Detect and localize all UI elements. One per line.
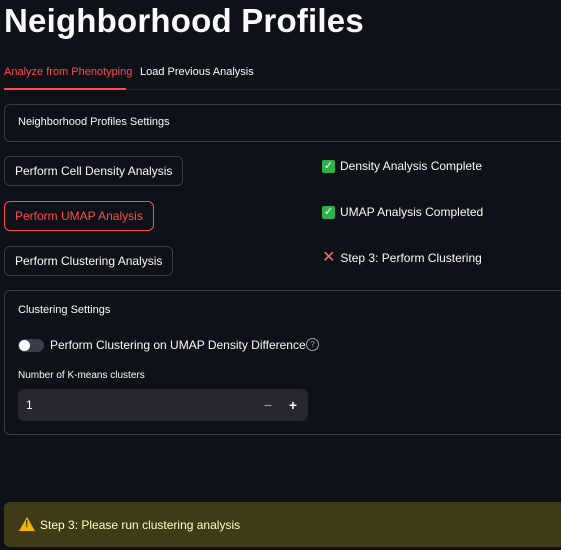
density-status: ✓ Density Analysis Complete xyxy=(322,159,482,173)
increment-button[interactable]: + xyxy=(280,389,306,421)
tab-analyze-from-phenotyping[interactable]: Analyze from Phenotyping xyxy=(4,66,132,78)
tab-bar: Analyze from Phenotyping Load Previous A… xyxy=(4,60,561,90)
help-icon[interactable]: ? xyxy=(306,338,319,351)
warning-alert: ! Step 3: Please run clustering analysis xyxy=(4,502,561,547)
density-status-text: Density Analysis Complete xyxy=(340,159,483,173)
tab-load-previous-analysis[interactable]: Load Previous Analysis xyxy=(140,66,254,78)
clustering-settings-panel: Clustering Settings Perform Clustering o… xyxy=(4,290,561,435)
perform-umap-button[interactable]: Perform UMAP Analysis xyxy=(4,201,154,231)
perform-clustering-button[interactable]: Perform Clustering Analysis xyxy=(4,246,174,276)
clustering-status: ✕ Step 3: Perform Clustering xyxy=(322,249,482,266)
warning-text: Step 3: Please run clustering analysis xyxy=(40,518,241,532)
clustering-settings-title: Clustering Settings xyxy=(18,304,111,316)
active-tab-indicator xyxy=(4,88,126,90)
settings-expander[interactable]: Neighborhood Profiles Settings xyxy=(4,104,561,142)
perform-cell-density-button[interactable]: Perform Cell Density Analysis xyxy=(4,156,184,186)
toggle-knob xyxy=(19,340,30,351)
toggle-label: Perform Clustering on UMAP Density Diffe… xyxy=(50,338,306,352)
clustering-status-text: Step 3: Perform Clustering xyxy=(340,251,482,265)
umap-status-text: UMAP Analysis Completed xyxy=(340,205,484,219)
warning-icon: ! xyxy=(19,517,35,531)
umap-status: ✓ UMAP Analysis Completed xyxy=(322,205,483,219)
cross-icon: ✕ xyxy=(322,249,336,266)
kmeans-label: Number of K-means clusters xyxy=(18,370,145,381)
kmeans-input-field[interactable] xyxy=(18,389,248,421)
check-icon: ✓ xyxy=(322,205,335,219)
kmeans-number-input: − + xyxy=(18,389,308,421)
decrement-button[interactable]: − xyxy=(255,389,281,421)
page-title: Neighborhood Profiles xyxy=(4,2,364,39)
umap-density-difference-toggle[interactable] xyxy=(18,339,44,352)
settings-expander-label: Neighborhood Profiles Settings xyxy=(18,116,170,128)
check-icon: ✓ xyxy=(322,159,335,173)
